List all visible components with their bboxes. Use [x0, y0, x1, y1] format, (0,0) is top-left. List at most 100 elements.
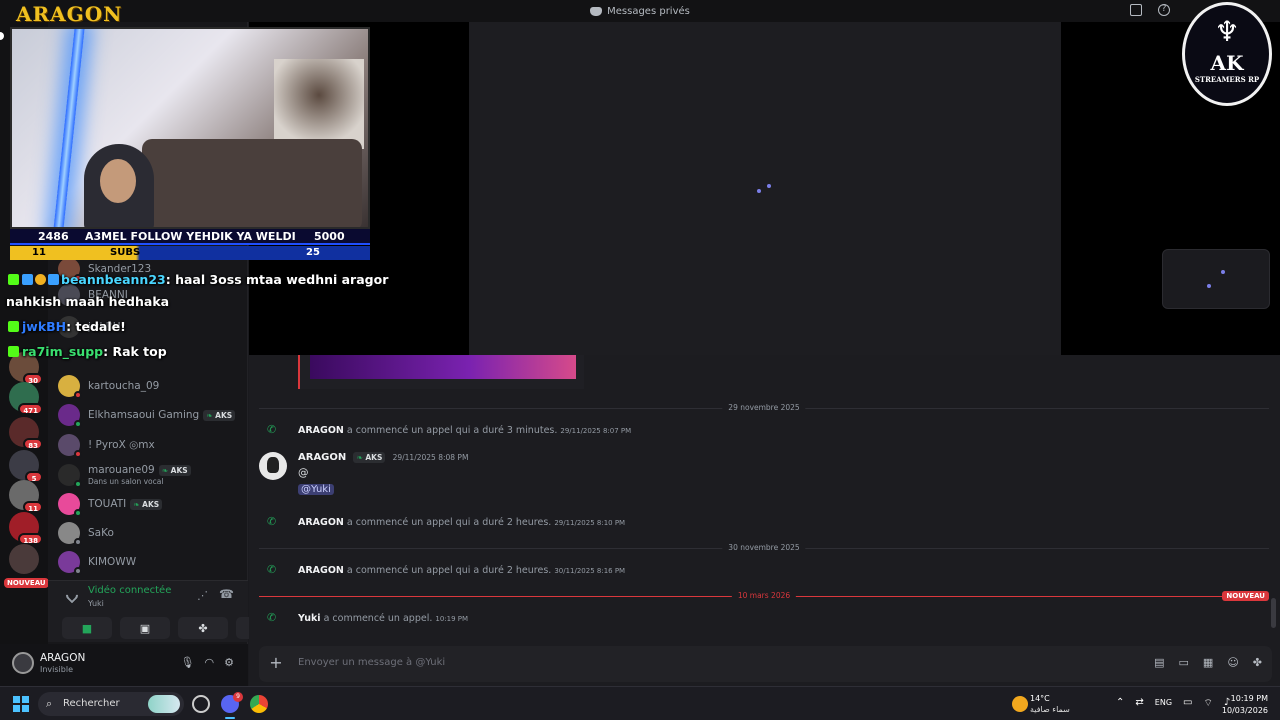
streamer-logo: ARAGON [16, 2, 123, 26]
stream-chat-line: ra7im_supp: Rak top [8, 344, 167, 359]
server-tag: AKS [353, 452, 386, 463]
apps-icon[interactable]: ✤ [1253, 656, 1262, 669]
microphone-icon[interactable]: 🎙 [181, 656, 195, 669]
mention-badge: 83 [23, 438, 43, 450]
phone-icon: ✆ [267, 515, 277, 528]
webcam-overlay [10, 27, 370, 229]
message-body: @ [298, 467, 309, 479]
network-activity-icon[interactable]: ⇄ [1135, 697, 1143, 710]
task-view-icon[interactable] [192, 695, 210, 713]
eagle-icon: ♆ [1214, 15, 1240, 48]
dm-item[interactable]: kartoucha_09 [58, 373, 159, 399]
scrollbar[interactable] [1271, 598, 1276, 628]
self-video-preview[interactable] [1162, 249, 1270, 309]
headphones-icon[interactable]: ◠ [205, 656, 215, 669]
server-icon[interactable] [9, 544, 39, 574]
user-status: Invisible [40, 665, 73, 674]
avatar [58, 434, 82, 458]
message-composer[interactable]: + Envoyer un message à @Yuki ▤ ▭ ▦ ☺ ✤ [259, 646, 1272, 682]
chrome-taskbar-icon[interactable] [250, 695, 268, 713]
search-label: Rechercher [63, 698, 120, 709]
call-system-message: ✆ ARAGON a commencé un appel qui a duré … [267, 423, 632, 436]
activities-button[interactable]: ✤ [178, 617, 228, 639]
add-attachment-icon[interactable]: + [267, 654, 285, 672]
new-servers-pill[interactable]: NOUVEAU [4, 578, 49, 588]
message-author[interactable]: ARAGON [298, 452, 346, 463]
server-icon[interactable]: 138 [9, 512, 43, 545]
voice-status: Vidéo connectée [88, 585, 172, 596]
weather-widget[interactable]: 14°C سماء صافية [1008, 691, 1098, 717]
ak-streamers-logo: ♆ AK STREAMERS RP [1182, 2, 1272, 106]
dm-item[interactable]: KIMOWW [58, 549, 136, 575]
gif-icon[interactable]: ▭ [1179, 656, 1189, 669]
server-tag: AKS [203, 410, 236, 421]
user-avatar[interactable] [12, 652, 34, 674]
dm-name: ! PyroX ◎mx [88, 439, 155, 451]
gear-icon[interactable]: ⚙ [224, 656, 234, 669]
date-divider: 30 novembre 2025 [259, 543, 1269, 552]
server-icon[interactable]: 5 [9, 450, 43, 483]
help-icon[interactable]: ? [1158, 4, 1170, 16]
camera-button[interactable]: ■ [62, 617, 112, 639]
wifi-icon[interactable]: ⌔ [1203, 697, 1212, 710]
avatar [58, 522, 82, 546]
signal-icon[interactable] [63, 586, 81, 604]
dm-item[interactable]: TOUATIAKS [58, 491, 163, 517]
dm-item[interactable]: Elkhamsaoui GamingAKS [58, 402, 236, 428]
dm-name: TOUATIAKS [88, 498, 163, 510]
chat-area: 29 novembre 2025 ✆ ARAGON a commencé un … [249, 22, 1280, 686]
user-panel: ARAGON Invisible 🎙 ◠ ⚙ [0, 644, 248, 686]
phone-icon: ✆ [267, 611, 277, 624]
message-timestamp: 29/11/2025 8:08 PM [392, 453, 469, 462]
mention-badge: 471 [18, 403, 43, 415]
avatar [58, 493, 82, 517]
dm-name: SaKo [88, 527, 114, 539]
screen-share-button[interactable]: ▣ [120, 617, 170, 639]
dm-item[interactable]: marouane09AKSDans un salon vocal [58, 462, 191, 488]
user-name[interactable]: ARAGON [40, 652, 85, 664]
server-tag: AKS [130, 499, 163, 510]
avatar [58, 404, 82, 428]
call-system-message: ✆ ARAGON a commencé un appel qui a duré … [267, 515, 626, 528]
call-stage [249, 22, 1280, 355]
windows-start-icon[interactable] [13, 696, 29, 712]
window-title-text: Messages privés [607, 5, 690, 17]
voice-channel[interactable]: Yuki [88, 599, 104, 608]
weather-icon [1012, 696, 1028, 712]
unread-indicator [0, 32, 4, 40]
image-embed[interactable] [298, 355, 584, 389]
server-icon[interactable]: 83 [9, 417, 43, 450]
server-icon[interactable]: 471 [9, 382, 43, 415]
call-video-tile[interactable] [469, 22, 1061, 355]
server-icon[interactable]: 11 [9, 480, 43, 513]
inbox-icon[interactable] [1130, 4, 1142, 16]
stream-chat-line: nahkish maah hedhaka [6, 294, 170, 309]
dm-item[interactable]: ! PyroX ◎mx [58, 432, 155, 458]
dm-name: marouane09AKSDans un salon vocal [88, 464, 191, 486]
dm-activity: Dans un salon vocal [88, 477, 164, 486]
disconnect-icon[interactable]: ☎ [219, 587, 234, 601]
author-avatar[interactable] [259, 452, 287, 480]
stream-chat-line: beannbeann23: haal 3oss mtaa wedhni arag… [8, 272, 388, 287]
dm-name: kartoucha_09 [88, 380, 160, 392]
message-input[interactable]: Envoyer un message à @Yuki [298, 657, 445, 668]
taskbar-search[interactable]: ⌕ Rechercher [38, 692, 184, 716]
stream-chat-line: jwkBH: tedale! [8, 319, 126, 334]
search-icon: ⌕ [46, 697, 53, 710]
taskbar-clock[interactable]: 10:19 PM 10/03/2026 [1222, 693, 1268, 717]
dm-item[interactable]: SaKo [58, 520, 114, 546]
gift-icon[interactable]: ▤ [1154, 656, 1164, 669]
chevron-up-icon[interactable]: ⌃ [1116, 697, 1124, 710]
dm-name: KIMOWW [88, 556, 137, 568]
voice-connection-panel: Vidéo connectée Yuki ⋰ ☎ ■ ▣ ✤ ✺ [48, 580, 286, 642]
display-icon[interactable]: ▭ [1183, 697, 1192, 710]
language-indicator[interactable]: ENG [1155, 698, 1172, 710]
date-divider: 29 novembre 2025 [259, 403, 1269, 412]
call-system-message: ✆ ARAGON a commencé un appel qui a duré … [267, 563, 626, 576]
sticker-icon[interactable]: ▦ [1203, 656, 1213, 669]
discord-icon [590, 6, 603, 16]
emoji-icon[interactable]: ☺ [1227, 656, 1238, 669]
user-mention[interactable]: @Yuki [298, 484, 334, 495]
window-title: Messages privés [590, 6, 690, 17]
noise-suppression-icon[interactable]: ⋰ [197, 589, 208, 602]
